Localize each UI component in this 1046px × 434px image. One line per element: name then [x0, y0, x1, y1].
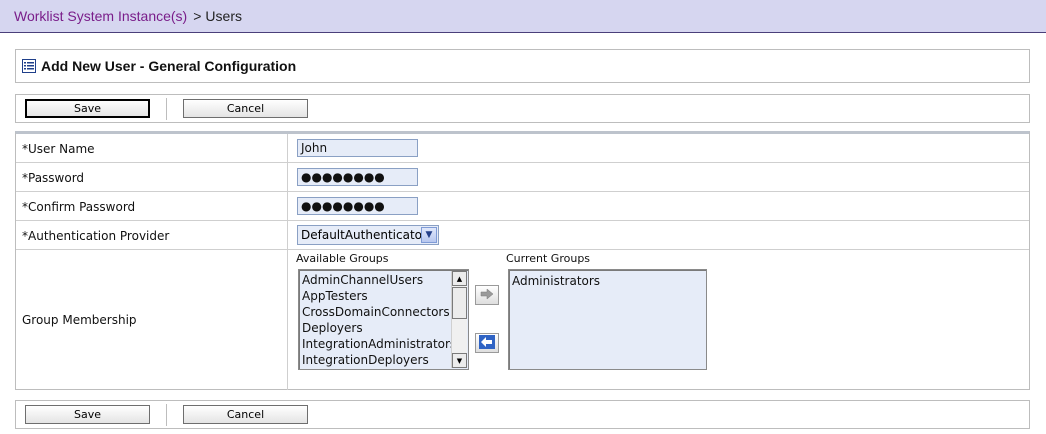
arrow-right-icon [480, 287, 494, 303]
top-button-bar: Save Cancel [15, 94, 1030, 123]
user-name-input[interactable]: John [297, 139, 418, 157]
button-divider [166, 404, 167, 426]
cancel-button[interactable]: Cancel [183, 99, 308, 118]
scrollbar-thumb[interactable] [452, 287, 467, 319]
user-form: *User Name John *Password ●●●●●●●● *Conf… [15, 131, 1030, 390]
list-item[interactable]: IntegrationAdministrators [299, 336, 468, 352]
breadcrumb-separator: > [193, 8, 202, 24]
bottom-button-bar: Save Cancel [15, 400, 1030, 429]
list-item[interactable]: Deployers [299, 320, 468, 336]
scroll-down-icon[interactable]: ▼ [452, 353, 467, 368]
confirm-password-input[interactable]: ●●●●●●●● [297, 197, 418, 215]
confirm-password-label: *Confirm Password [22, 200, 136, 214]
auth-provider-label: *Authentication Provider [22, 229, 170, 243]
breadcrumb-link-worklist-instances[interactable]: Worklist System Instance(s) [14, 8, 187, 24]
row-confirm-password: *Confirm Password ●●●●●●●● [16, 192, 1029, 221]
remove-group-button[interactable] [475, 333, 499, 353]
scrollbar[interactable]: ▲ ▼ [451, 271, 467, 368]
document-list-icon [22, 59, 36, 73]
available-groups-label: Available Groups [296, 252, 389, 265]
page-title: Add New User - General Configuration [41, 58, 297, 74]
page-title-box: Add New User - General Configuration [15, 49, 1030, 83]
user-name-label: *User Name [22, 142, 95, 156]
row-group-membership: Group Membership Available Groups AdminC… [16, 250, 1029, 390]
password-input[interactable]: ●●●●●●●● [297, 168, 418, 186]
cancel-button[interactable]: Cancel [183, 405, 308, 424]
scroll-up-icon[interactable]: ▲ [452, 271, 467, 286]
row-password: *Password ●●●●●●●● [16, 163, 1029, 192]
list-item[interactable]: CrossDomainConnectors [299, 304, 468, 320]
available-groups-list[interactable]: AdminChannelUsers AppTesters CrossDomain… [298, 269, 469, 370]
list-item[interactable]: Administrators [509, 273, 706, 289]
auth-provider-value: DefaultAuthenticator [301, 228, 427, 242]
button-divider [166, 98, 167, 120]
password-label: *Password [22, 171, 85, 185]
save-button[interactable]: Save [25, 405, 150, 424]
row-auth-provider: *Authentication Provider DefaultAuthenti… [16, 221, 1029, 250]
auth-provider-select[interactable]: DefaultAuthenticator ▼ [297, 225, 439, 245]
current-groups-list[interactable]: Administrators [508, 269, 707, 370]
list-item[interactable]: AppTesters [299, 288, 468, 304]
breadcrumb: Worklist System Instance(s) > Users [0, 0, 1046, 33]
breadcrumb-current: Users [205, 8, 242, 24]
list-item[interactable]: AdminChannelUsers [299, 272, 468, 288]
add-group-button[interactable] [475, 285, 499, 305]
group-membership-label: Group Membership [22, 313, 137, 327]
save-button[interactable]: Save [25, 99, 150, 118]
list-item[interactable]: IntegrationDeployers [299, 352, 468, 368]
current-groups-label: Current Groups [506, 252, 591, 265]
chevron-down-icon[interactable]: ▼ [421, 227, 437, 243]
arrow-left-icon [479, 334, 495, 352]
row-user-name: *User Name John [16, 134, 1029, 163]
